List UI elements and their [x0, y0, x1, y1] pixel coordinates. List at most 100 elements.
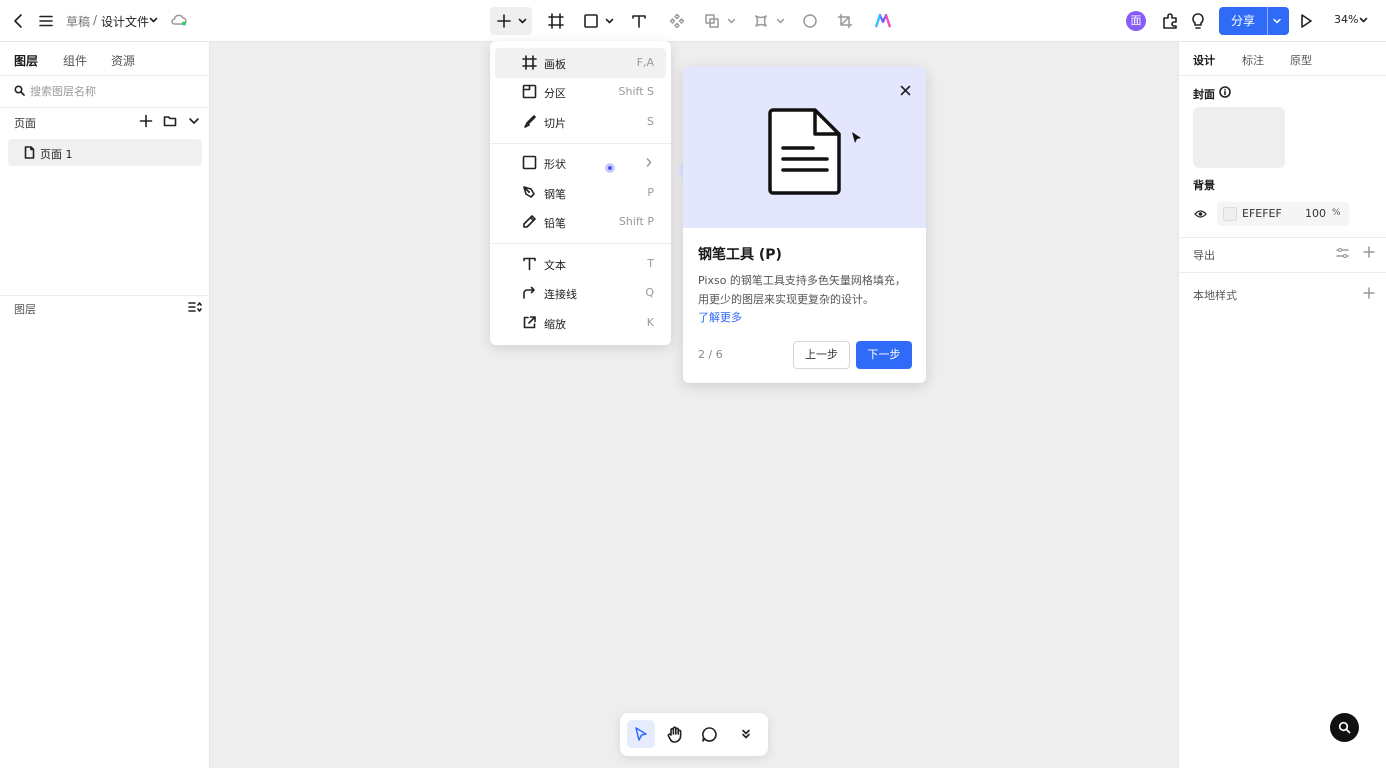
page-icon [24, 146, 35, 159]
background-label: 背景 [1193, 179, 1215, 192]
menu-item-label: 画板 [544, 58, 566, 71]
chevron-down-icon[interactable] [727, 17, 736, 25]
document-icon [767, 106, 843, 196]
add-page-icon[interactable] [139, 114, 153, 128]
chevron-down-icon[interactable] [188, 116, 200, 126]
eye-icon[interactable] [1194, 209, 1207, 219]
user-avatar[interactable]: 面 [1126, 11, 1146, 31]
divider [1179, 75, 1386, 76]
back-icon[interactable] [12, 13, 24, 29]
chevron-down-icon[interactable] [1359, 16, 1368, 24]
mask-tool-icon[interactable] [753, 13, 769, 29]
chevron-double-down-icon[interactable] [740, 728, 752, 740]
play-icon[interactable] [1298, 13, 1314, 29]
cursor-icon [633, 726, 649, 742]
learn-more-link[interactable]: 了解更多 [698, 309, 742, 325]
menu-item-label: 钢笔 [544, 188, 566, 201]
chevron-down-icon [518, 17, 527, 25]
comment-icon[interactable] [701, 726, 718, 743]
menu-item-slice[interactable]: 切片 S [495, 107, 666, 137]
menu-item-scale[interactable]: 缩放 K [495, 308, 666, 338]
tab-components[interactable]: 组件 [63, 52, 87, 69]
menu-item-label: 形状 [544, 158, 566, 171]
search-input[interactable] [30, 82, 200, 100]
hand-icon[interactable] [667, 726, 683, 743]
menu-item-shortcut: K [646, 316, 654, 329]
tab-inspect[interactable]: 标注 [1242, 52, 1264, 68]
info-icon[interactable] [1219, 86, 1231, 98]
cover-label: 封面 [1193, 88, 1215, 101]
zoom-level[interactable]: 34% [1334, 13, 1358, 26]
close-icon[interactable] [900, 85, 911, 96]
share-button[interactable]: 分享 [1219, 7, 1289, 35]
main-menu-icon[interactable] [38, 13, 54, 29]
menu-item-section[interactable]: 分区 Shift S [495, 77, 666, 107]
tour-title: 钢笔工具 (P) [698, 247, 782, 263]
menu-item-shortcut: S [647, 115, 654, 128]
search-icon [1338, 721, 1351, 734]
menu-item-label: 文本 [544, 259, 566, 272]
chevron-down-icon[interactable] [776, 17, 785, 25]
tab-layers[interactable]: 图层 [14, 52, 38, 69]
cursor-indicator [605, 163, 615, 173]
divider [0, 295, 210, 296]
ai-plugin-icon[interactable] [874, 13, 892, 29]
menu-item-connector[interactable]: 连接线 Q [495, 278, 666, 308]
chevron-down-icon[interactable] [1272, 17, 1282, 25]
bg-hex-value[interactable]: EFEFEF [1242, 207, 1282, 220]
divider [1179, 237, 1386, 238]
add-style-icon[interactable] [1363, 287, 1375, 299]
next-step-button[interactable]: 下一步 [856, 341, 912, 369]
pencil-icon [522, 214, 537, 229]
cover-thumbnail[interactable] [1193, 107, 1285, 168]
text-tool-icon[interactable] [631, 13, 647, 29]
add-export-icon[interactable] [1363, 246, 1375, 258]
section-icon [522, 84, 537, 99]
share-label: 分享 [1230, 14, 1255, 28]
menu-item-text[interactable]: 文本 T [495, 249, 666, 279]
circle-tool-icon[interactable] [802, 13, 818, 29]
menu-item-pen[interactable]: 钢笔 P [495, 178, 666, 208]
menu-item-label: 连接线 [544, 288, 577, 301]
sort-icon[interactable] [188, 301, 202, 313]
plugin-icon[interactable] [1161, 12, 1179, 30]
file-name[interactable]: 设计文件 [101, 13, 149, 30]
chevron-down-icon[interactable] [149, 16, 158, 24]
breadcrumb-drafts[interactable]: 草稿 [66, 13, 90, 30]
menu-item-frame[interactable]: 画板 F,A [495, 48, 666, 78]
select-tool-button[interactable] [627, 720, 655, 748]
bg-opacity-value[interactable]: 100 [1305, 207, 1326, 220]
chevron-right-icon [646, 158, 652, 167]
menu-item-shortcut: T [647, 257, 654, 270]
export-label: 导出 [1193, 249, 1215, 262]
bulb-icon[interactable] [1190, 12, 1206, 30]
cursor-arrow-icon [851, 131, 863, 145]
menu-item-shape[interactable]: 形状 [495, 148, 666, 178]
divider [0, 75, 210, 76]
right-panel: 设计 标注 原型 封面 背景 EFEFEF 100 % 导出 本地样式 [1178, 42, 1386, 768]
tab-assets[interactable]: 资源 [111, 52, 135, 69]
menu-item-shortcut: P [647, 186, 654, 199]
crop-tool-icon[interactable] [837, 13, 853, 29]
insert-tool-button[interactable] [490, 7, 532, 35]
settings-sliders-icon[interactable] [1336, 247, 1349, 259]
floating-search-button[interactable] [1330, 713, 1359, 742]
menu-item-label: 分区 [544, 87, 566, 100]
folder-icon[interactable] [163, 114, 177, 128]
text-icon [522, 256, 537, 271]
boolean-tool-icon[interactable] [704, 13, 720, 29]
tab-prototype[interactable]: 原型 [1290, 52, 1312, 68]
page-item[interactable]: 页面 1 [8, 139, 202, 166]
rectangle-tool-icon[interactable] [583, 13, 599, 29]
background-fill-row[interactable]: EFEFEF 100 % [1217, 202, 1349, 226]
menu-item-shortcut: F,A [636, 56, 654, 69]
color-swatch[interactable] [1223, 207, 1237, 221]
chevron-down-icon[interactable] [605, 17, 614, 25]
menu-item-pencil[interactable]: 铅笔 Shift P [495, 207, 666, 237]
tab-design[interactable]: 设计 [1193, 52, 1215, 68]
frame-tool-icon[interactable] [548, 13, 564, 29]
frame-icon [522, 55, 537, 70]
component-tool-icon[interactable] [669, 13, 685, 29]
search-icon [14, 85, 25, 96]
prev-step-button[interactable]: 上一步 [793, 341, 850, 369]
